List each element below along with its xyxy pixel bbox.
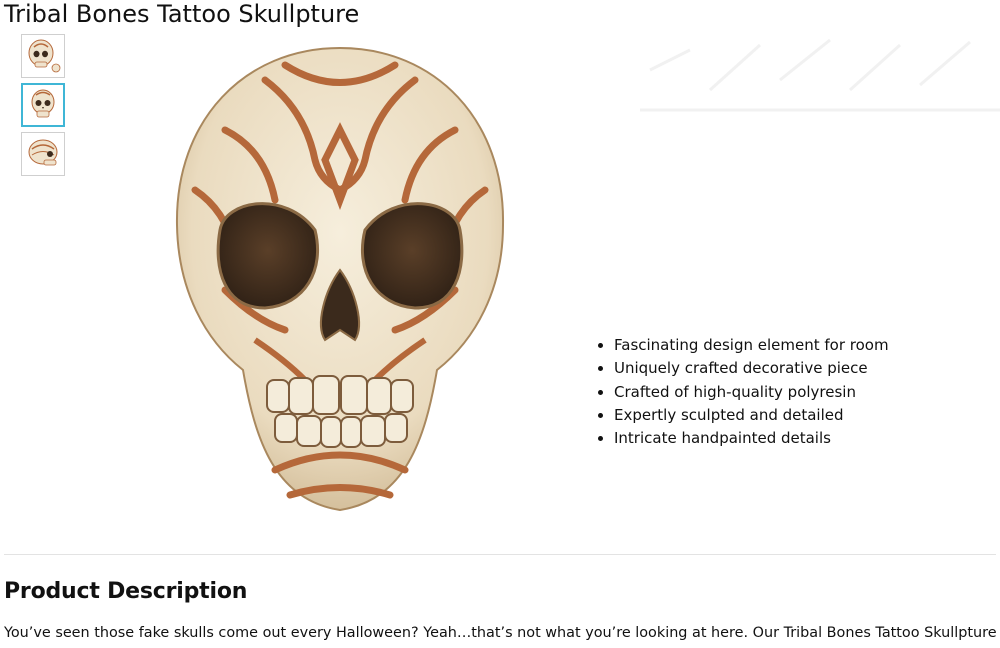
product-page: Tribal Bones Tattoo Skullpture • Fascina… <box>0 0 1000 648</box>
feature-list: Fascinating design element for room Uniq… <box>590 334 889 450</box>
thumbnail-2[interactable] <box>21 83 65 127</box>
product-main-image <box>175 46 505 512</box>
feature-item: Intricate handpainted details <box>614 427 889 450</box>
feature-item: Expertly sculpted and detailed <box>614 404 889 427</box>
background-artifact <box>640 38 1000 112</box>
feature-item: Fascinating design element for room <box>614 334 889 357</box>
skull-thumbnail-icon <box>28 39 61 73</box>
feature-item: Uniquely crafted decorative piece <box>614 357 889 380</box>
feature-item: Crafted of high-quality polyresin <box>614 381 889 404</box>
skull-thumbnail-icon <box>31 89 55 118</box>
thumbnail-gallery <box>21 34 67 181</box>
thumbnail-3[interactable] <box>21 132 65 176</box>
skull-thumbnail-icon <box>28 139 58 166</box>
description-text: You’ve seen those fake skulls come out e… <box>4 625 997 641</box>
thumbnail-1[interactable] <box>21 34 65 78</box>
section-divider <box>4 554 996 555</box>
product-title: Tribal Bones Tattoo Skullpture <box>4 0 360 28</box>
description-heading: Product Description <box>4 579 248 604</box>
